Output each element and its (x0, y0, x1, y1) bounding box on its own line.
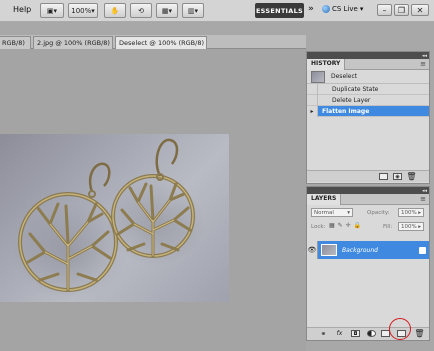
close-icon: ✕ (416, 5, 424, 15)
blend-mode-select[interactable]: Normal ▾ (311, 208, 353, 217)
tab-layers[interactable]: LAYERS (307, 194, 342, 205)
camera-icon[interactable]: ◉ (393, 173, 402, 180)
lock-all-icon[interactable]: 🔒 (354, 222, 361, 229)
tab-document-3[interactable]: Deselect @ 100% (RGB/8)× (115, 36, 207, 49)
zoom-value: 100% (71, 6, 92, 15)
hand-tool-button[interactable]: ✋ (104, 3, 126, 18)
rotate-view-button[interactable]: ⟲ (130, 3, 152, 18)
layer-name[interactable]: Background (342, 247, 378, 254)
history-item-label: Delete Layer (332, 96, 371, 104)
hand-icon: ✋ (110, 6, 120, 15)
tab-label: Deselect @ 100% (RGB/8) (119, 39, 205, 47)
panel-titlebar[interactable]: ◂◂ (307, 52, 429, 59)
history-item-delete-layer[interactable]: Delete Layer (307, 94, 429, 106)
cs-live-button[interactable]: CS Live ▾ (322, 5, 363, 13)
panel-titlebar[interactable]: ◂◂ (307, 187, 429, 194)
restore-button[interactable]: ❐ (394, 4, 409, 16)
chevron-down-icon: ▾ (359, 5, 364, 13)
tab-history[interactable]: HISTORY (307, 59, 346, 70)
extras-button[interactable]: ▥▾ (182, 3, 204, 18)
layers-tab-bar: LAYERS ≡ (307, 194, 429, 205)
tab-label: RGB/8) (2, 39, 25, 47)
adjustment-layer-icon[interactable] (367, 330, 376, 337)
history-item-flatten-image[interactable]: ▸ Flatten Image (307, 105, 429, 117)
chevron-down-icon: ▾ (347, 209, 350, 216)
menubar: Help ▣▾ 100% ▾ ✋ ⟲ ▦▾ ▥▾ ESSENTIALS » CS … (0, 0, 434, 22)
collapse-icon[interactable]: ◂◂ (422, 53, 427, 59)
eye-icon[interactable]: 👁 (307, 241, 318, 259)
fill-label: Fill: (383, 224, 393, 230)
zoom-select[interactable]: 100% ▾ (68, 3, 98, 18)
layer-style-icon[interactable]: fx (335, 330, 344, 337)
globe-icon (322, 5, 330, 13)
screen-mode-icon: ▣▾ (46, 6, 58, 15)
arrange-icon: ▦▾ (161, 6, 173, 15)
panel-menu-icon[interactable]: ≡ (420, 60, 426, 68)
lock-buttons: ▦ ✎ ✛ 🔒 (329, 222, 361, 229)
history-source-checkbox[interactable] (307, 94, 318, 106)
canvas-area[interactable] (0, 49, 306, 351)
earrings-photo (12, 138, 205, 300)
chevron-right-icon: ▸ (418, 223, 421, 230)
opacity-value: 100% (401, 209, 417, 216)
snapshot-label: Deselect (331, 73, 358, 80)
restore-icon: ❐ (397, 5, 406, 15)
screen-mode-button[interactable]: ▣▾ (40, 3, 64, 18)
rotate-view-icon: ⟲ (138, 6, 144, 15)
annotation-circle (389, 318, 411, 340)
lock-icon (419, 246, 426, 254)
history-snapshot[interactable]: Deselect (307, 70, 429, 84)
link-layers-icon[interactable]: ⚭ (319, 330, 328, 338)
layers-panel: ◂◂ LAYERS ≡ Normal ▾ Opacity: 100% ▸ Lock:… (306, 186, 430, 341)
document-tabs: RGB/8) 2.jpg @ 100% (RGB/8)× Deselect @ … (0, 35, 306, 49)
lock-label: Lock: (311, 224, 326, 230)
history-panel: ◂◂ HISTORY ≡ Deselect Duplicate State De… (306, 51, 430, 184)
close-button[interactable]: ✕ (411, 4, 429, 16)
layer-thumbnail (321, 244, 337, 256)
minimize-button[interactable]: – (377, 4, 392, 16)
history-tab-bar: HISTORY ≡ (307, 59, 429, 70)
tab-document-2[interactable]: 2.jpg @ 100% (RGB/8)× (33, 36, 113, 49)
more-workspaces-button[interactable]: » (308, 4, 314, 14)
panel-menu-icon[interactable]: ≡ (420, 195, 426, 203)
chevron-right-icon: ▸ (418, 209, 421, 216)
lock-position-icon[interactable]: ✛ (346, 222, 351, 229)
fill-field[interactable]: 100% ▸ (398, 222, 424, 231)
minimize-icon: – (382, 5, 387, 15)
layer-mask-icon[interactable]: ◘ (351, 330, 360, 337)
trash-icon[interactable]: 🗑 (406, 172, 416, 181)
help-menu[interactable]: Help (13, 5, 31, 14)
chevron-down-icon: ▾ (91, 6, 95, 15)
history-source-checkbox[interactable] (307, 83, 318, 95)
lock-transparent-icon[interactable]: ▦ (329, 222, 335, 229)
history-item-label: Duplicate State (332, 85, 379, 93)
workspace-essentials-button[interactable]: ESSENTIALS (255, 3, 304, 18)
new-document-from-state-icon[interactable] (379, 173, 388, 180)
trash-icon[interactable]: 🗑 (414, 329, 424, 338)
cs-live-label: CS Live (332, 5, 358, 13)
tab-label: 2.jpg @ 100% (RGB/8) (37, 39, 110, 47)
document-image[interactable] (0, 134, 229, 302)
history-item-label: Flatten Image (322, 107, 370, 115)
history-item-duplicate-state[interactable]: Duplicate State (307, 83, 429, 95)
opacity-label: Opacity: (367, 210, 390, 216)
history-footer: ◉ 🗑 (307, 170, 429, 182)
fill-value: 100% (401, 223, 417, 230)
arrange-documents-button[interactable]: ▦▾ (156, 3, 178, 18)
history-brush-icon[interactable]: ▸ (307, 105, 318, 117)
opacity-field[interactable]: 100% ▸ (398, 208, 424, 217)
extras-icon: ▥▾ (187, 6, 199, 15)
collapse-icon[interactable]: ◂◂ (422, 188, 427, 194)
tab-document-1[interactable]: RGB/8) (0, 36, 31, 49)
lock-pixels-icon[interactable]: ✎ (338, 222, 343, 229)
layer-row-background[interactable]: 👁 Background (307, 241, 429, 259)
blend-mode-value: Normal (314, 209, 334, 216)
snapshot-thumbnail (311, 70, 325, 83)
